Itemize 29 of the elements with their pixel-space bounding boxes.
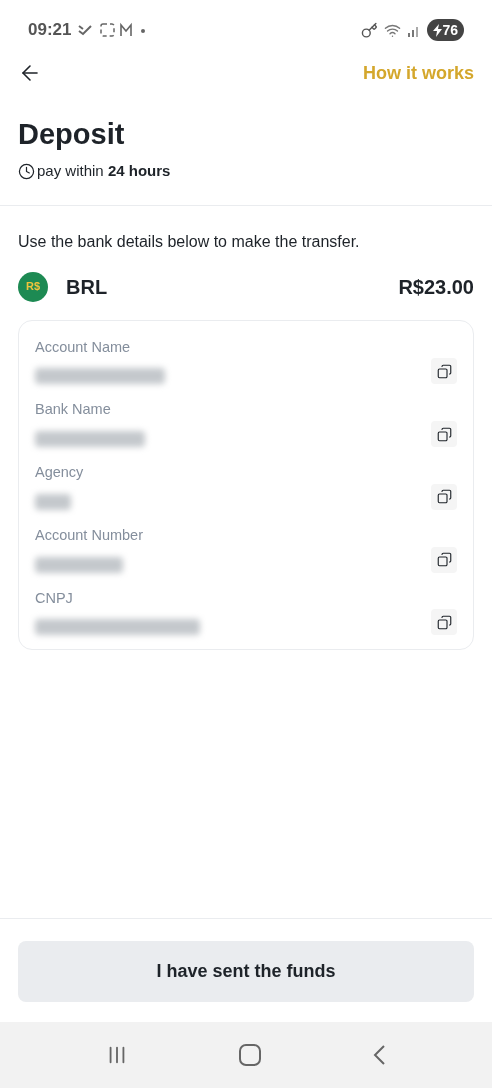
deadline-text: pay within 24 hours <box>37 161 171 181</box>
instruction-text: Use the bank details below to make the transfer. <box>17 231 361 252</box>
field-label: Account Name <box>35 337 132 357</box>
bolt-icon <box>433 23 443 37</box>
copy-icon <box>436 489 452 505</box>
back-icon[interactable] <box>372 1044 387 1066</box>
field-label: Agency <box>35 463 84 482</box>
sent-funds-button[interactable]: I have sent the funds <box>18 941 474 1002</box>
key-icon <box>361 21 379 39</box>
copy-button[interactable] <box>431 483 457 510</box>
field-label: Bank Name <box>35 400 112 420</box>
copy-icon <box>436 552 452 567</box>
copy-icon <box>436 426 452 442</box>
battery-indicator: 76 <box>427 19 464 41</box>
home-icon[interactable] <box>239 1044 261 1066</box>
copy-button[interactable] <box>431 421 457 447</box>
currency-code: BRL <box>66 274 108 300</box>
amount: R$23.00 <box>398 274 474 300</box>
status-time: 09:21 <box>28 19 72 42</box>
copy-icon <box>436 363 452 379</box>
copy-button[interactable] <box>431 358 457 385</box>
copy-icon <box>436 614 452 630</box>
clock-icon <box>18 162 35 180</box>
field-label: CNPJ <box>35 588 74 608</box>
copy-button[interactable] <box>431 546 457 573</box>
page-title: Deposit <box>18 117 126 152</box>
currency-logo: R$ <box>18 271 48 302</box>
copy-button[interactable] <box>431 609 457 636</box>
field-label: Account Number <box>35 525 143 545</box>
